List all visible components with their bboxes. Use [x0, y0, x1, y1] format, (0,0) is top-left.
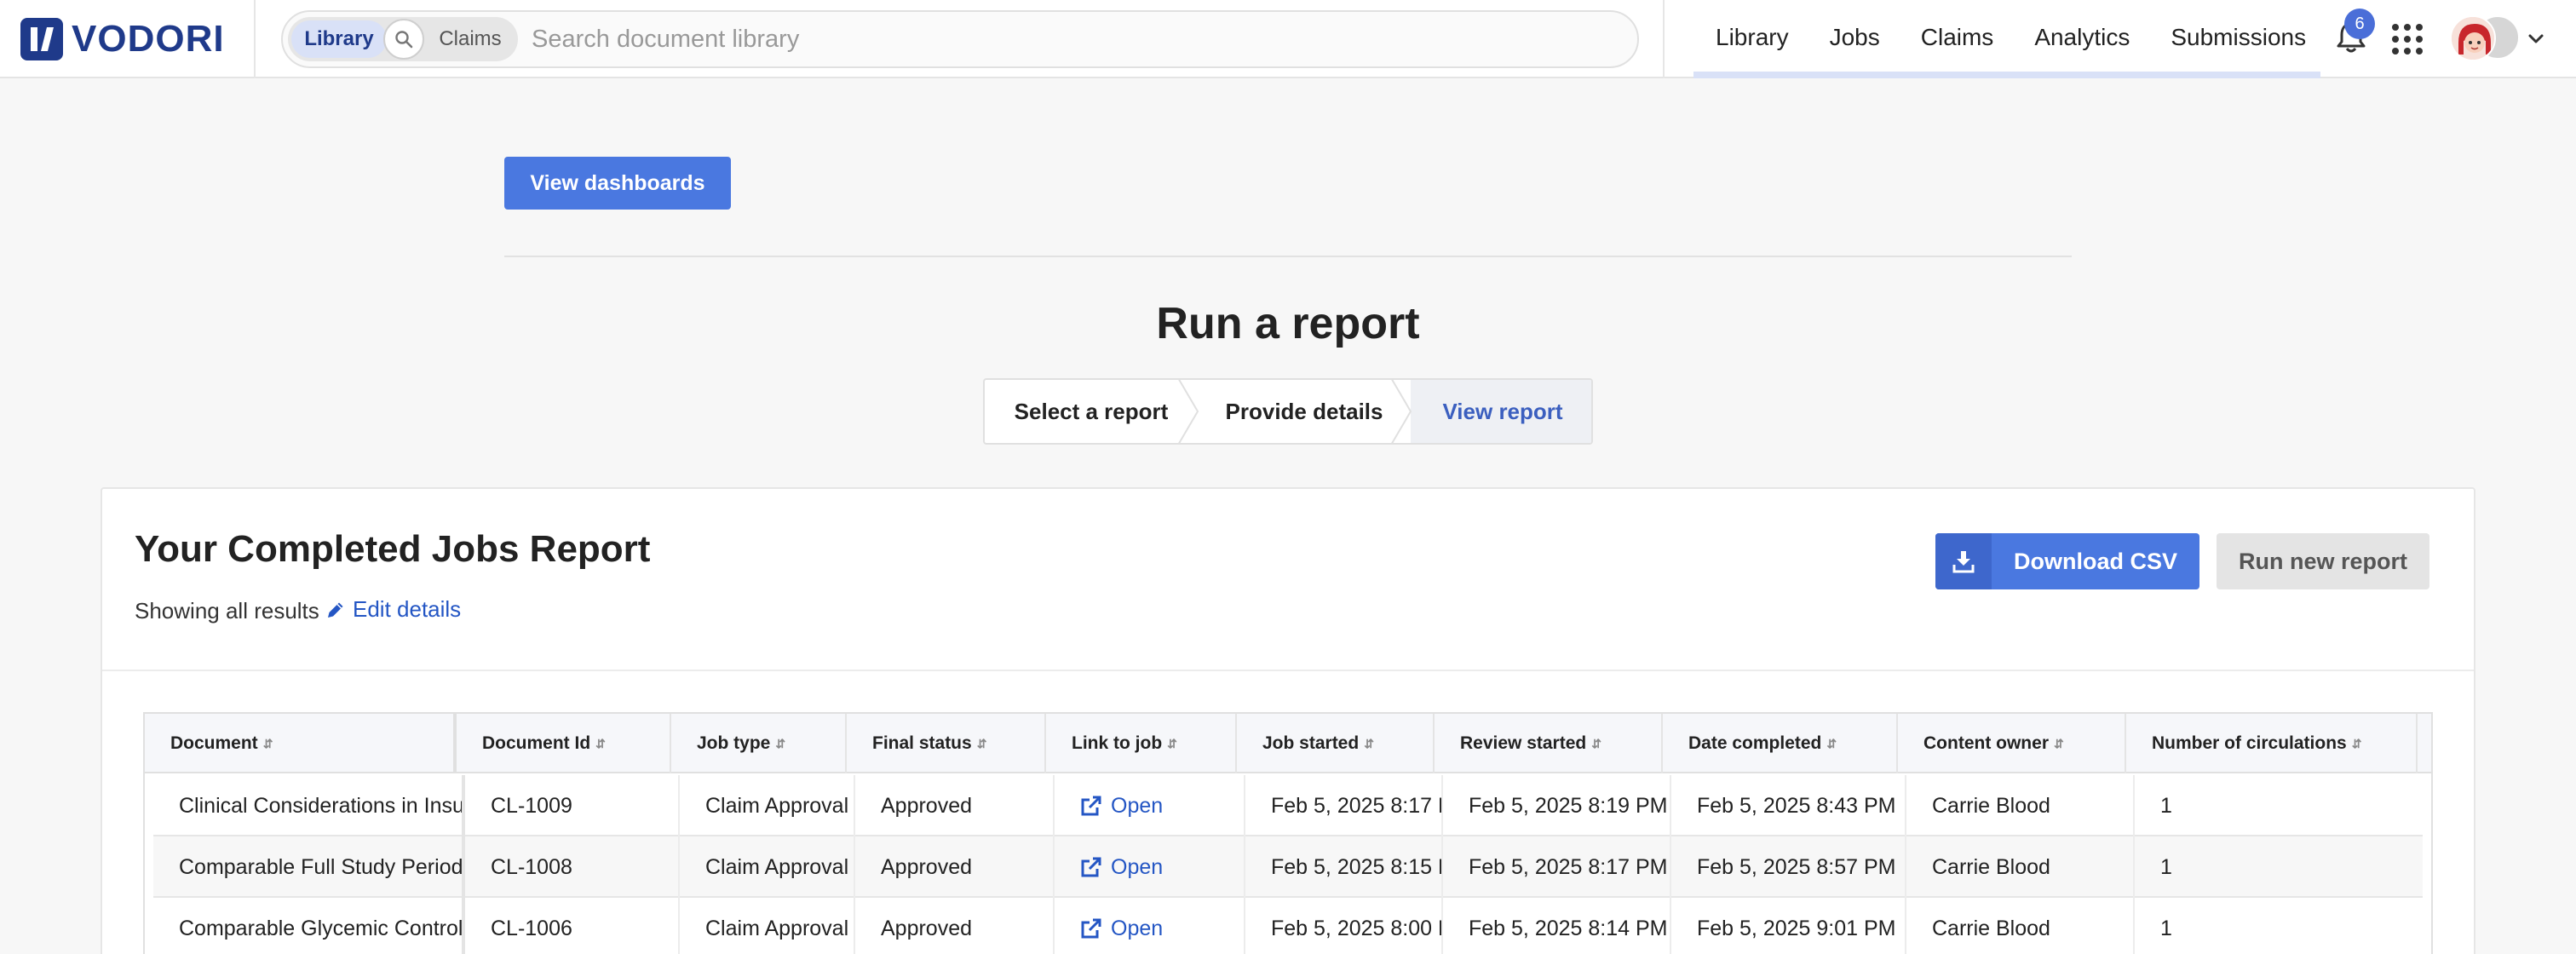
column-header-job-type[interactable]: Job type ⇵ — [671, 714, 847, 773]
download-icon-box — [1935, 533, 1992, 589]
run-new-report-button[interactable]: Run new report — [2217, 533, 2429, 589]
table-row[interactable]: Comparable Full Study Period CL-1008 Cla… — [153, 836, 2423, 898]
edit-details-label: Edit details — [353, 596, 462, 622]
header-divider — [254, 0, 256, 78]
cell-job-started: Feb 5, 2025 8:17 PM — [1245, 775, 1443, 836]
external-link-icon — [1081, 918, 1101, 939]
nav-jobs[interactable]: Jobs — [1809, 0, 1900, 75]
cell-circulations: 1 — [2160, 793, 2172, 818]
cell-job-type: Claim Approval — [680, 775, 855, 836]
open-job-link[interactable]: Open — [1055, 775, 1245, 836]
column-header-number-of-circulations[interactable]: Number of circulations ⇵ — [2126, 714, 2418, 773]
step-select-report[interactable]: Select a report — [985, 380, 1198, 443]
report-card: Your Completed Jobs Report Showing all r… — [101, 487, 2475, 954]
chevron-down-icon[interactable] — [2527, 29, 2545, 48]
open-job-link[interactable]: Open — [1055, 898, 1245, 954]
open-job-link[interactable]: Open — [1055, 836, 1245, 898]
nav-library[interactable]: Library — [1695, 0, 1809, 75]
column-header-job-started[interactable]: Job started ⇵ — [1237, 714, 1435, 773]
cell-document[interactable]: Comparable Full Study Period — [153, 836, 465, 898]
cell-final-status: Approved — [855, 898, 1055, 954]
cell-document[interactable]: Comparable Glycemic Control — [153, 898, 465, 954]
column-header-final-status[interactable]: Final status ⇵ — [847, 714, 1046, 773]
table-row[interactable]: Comparable Glycemic Control CL-1006 Clai… — [153, 898, 2423, 954]
cell-document-id: CL-1006 — [465, 898, 680, 954]
cell-content-owner: Carrie Blood — [1906, 775, 2135, 836]
step-provide-details[interactable]: Provide details — [1198, 380, 1411, 443]
scope-switch-knob[interactable] — [383, 19, 424, 60]
nav-submissions[interactable]: Submissions — [2150, 0, 2326, 75]
column-header-document[interactable]: Document ⇵ — [145, 714, 457, 773]
nav-analytics[interactable]: Analytics — [2014, 0, 2150, 75]
cell-final-status: Approved — [855, 836, 1055, 898]
cell-document-id: CL-1008 — [465, 836, 680, 898]
avatar[interactable] — [2450, 15, 2496, 61]
scope-claims[interactable]: Claims — [428, 20, 513, 58]
main-nav: Library Jobs Claims Analytics Submission… — [1695, 0, 2326, 75]
top-bar: VODORI Library Claims Library Jobs Claim… — [0, 0, 2576, 78]
edit-details-link[interactable]: Edit details — [325, 596, 461, 623]
view-dashboards-button[interactable]: View dashboards — [504, 157, 731, 210]
nav-active-indicator — [1693, 72, 2320, 78]
column-header-link-to-job[interactable]: Link to job ⇵ — [1046, 714, 1237, 773]
cell-job-type: Claim Approval — [680, 898, 855, 954]
download-icon — [1952, 551, 1975, 573]
table-row[interactable]: Clinical Considerations in Insu CL-1009 … — [153, 775, 2423, 836]
notification-badge: 6 — [2344, 9, 2375, 39]
cell-review-started: Feb 5, 2025 8:19 PM — [1443, 775, 1671, 836]
cell-document-id: CL-1009 — [465, 775, 680, 836]
report-title: Your Completed Jobs Report — [135, 528, 651, 570]
external-link-icon — [1081, 857, 1101, 877]
download-csv-label: Download CSV — [2013, 548, 2177, 574]
vodori-logo-icon — [20, 18, 63, 60]
table-header: Document ⇵ Document Id ⇵ Job type ⇵ Final s… — [145, 714, 2431, 773]
report-table: Document ⇵ Document Id ⇵ Job type ⇵ Final s… — [143, 712, 2433, 954]
search-icon — [395, 31, 413, 49]
results-summary: Showing all results — [135, 598, 319, 624]
cell-content-owner: Carrie Blood — [1906, 898, 2135, 954]
scope-library[interactable]: Library — [291, 20, 387, 58]
header-divider — [1663, 0, 1665, 78]
column-header-document-id[interactable]: Document Id ⇵ — [457, 714, 671, 773]
apps-grid-icon[interactable] — [2392, 24, 2423, 55]
cell-date-completed: Feb 5, 2025 9:01 PM — [1671, 898, 1906, 954]
section-divider — [504, 256, 2072, 257]
cell-circulations: 1 — [2160, 854, 2172, 879]
pencil-icon — [328, 602, 343, 618]
cell-content-owner: Carrie Blood — [1906, 836, 2135, 898]
search-scope-toggle[interactable]: Library Claims — [288, 17, 518, 61]
cell-final-status: Approved — [855, 775, 1055, 836]
external-link-icon — [1081, 796, 1101, 816]
cell-review-started: Feb 5, 2025 8:17 PM — [1443, 836, 1671, 898]
search-input[interactable] — [532, 17, 1622, 61]
cell-job-started: Feb 5, 2025 8:15 PM — [1245, 836, 1443, 898]
column-header-review-started[interactable]: Review started ⇵ — [1435, 714, 1663, 773]
step-view-report[interactable]: View report — [1411, 380, 1591, 443]
card-header-divider — [102, 670, 2474, 671]
download-csv-button[interactable]: Download CSV — [1935, 533, 2199, 589]
cell-review-started: Feb 5, 2025 8:14 PM — [1443, 898, 1671, 954]
cell-date-completed: Feb 5, 2025 8:43 PM — [1671, 775, 1906, 836]
column-header-content-owner[interactable]: Content owner ⇵ — [1898, 714, 2126, 773]
vodori-logo[interactable]: VODORI — [20, 17, 225, 61]
report-stepper: Select a report Provide details View rep… — [983, 378, 1593, 445]
cell-date-completed: Feb 5, 2025 8:57 PM — [1671, 836, 1906, 898]
cell-document[interactable]: Clinical Considerations in Insu — [153, 775, 465, 836]
cell-circulations: 1 — [2160, 916, 2172, 940]
nav-claims[interactable]: Claims — [1900, 0, 2015, 75]
cell-job-started: Feb 5, 2025 8:00 PM — [1245, 898, 1443, 954]
step-chevron-icon — [1390, 380, 1412, 443]
brand-name: VODORI — [72, 18, 225, 60]
column-header-date-completed[interactable]: Date completed ⇵ — [1663, 714, 1898, 773]
page-title: Run a report — [1156, 299, 1420, 348]
search-bar: Library Claims — [281, 10, 1639, 68]
cell-job-type: Claim Approval — [680, 836, 855, 898]
